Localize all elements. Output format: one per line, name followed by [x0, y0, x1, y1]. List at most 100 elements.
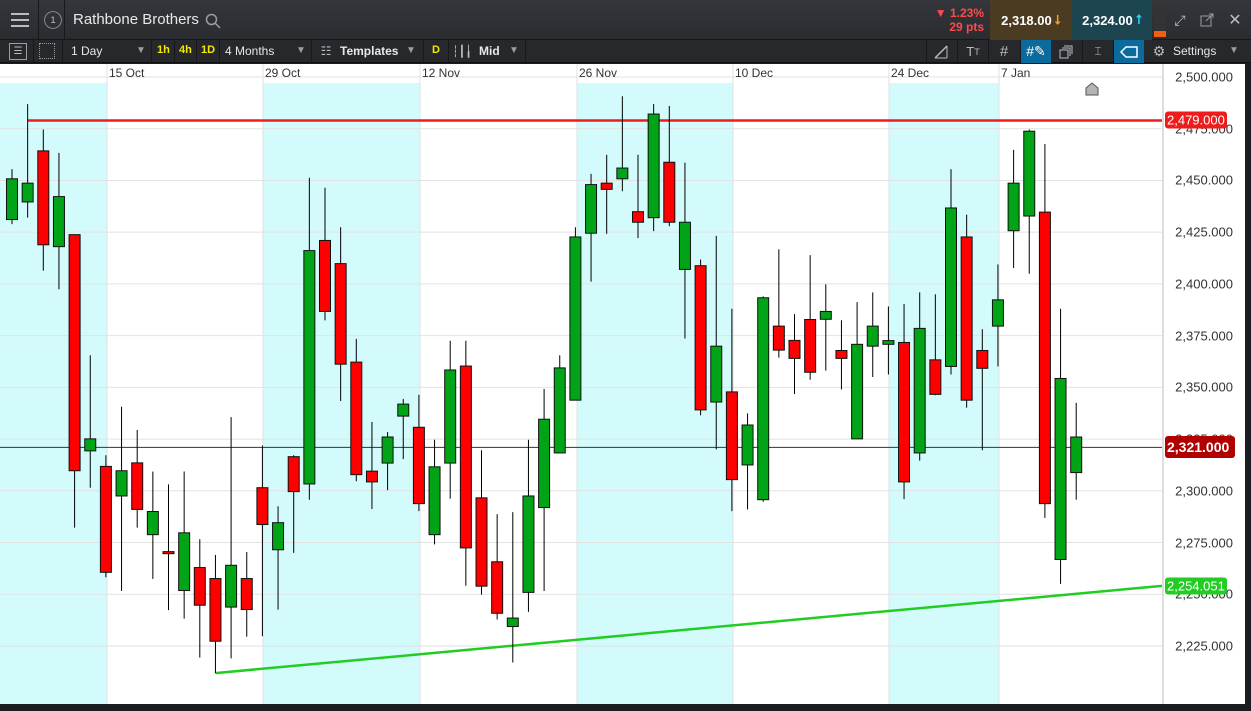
chart-toolbar: ☰ 1 Day ▼ 1h 4h 1D 4 Months ▼ ☷ Template…: [0, 40, 1251, 63]
candle-down: [663, 161, 676, 223]
down-triangle-icon: ▼: [934, 6, 950, 20]
period-band: [263, 83, 420, 704]
current-price-label: 2,321.000: [1165, 436, 1236, 459]
candle-up: [1054, 377, 1067, 560]
sell-price: 2,318.00: [1001, 12, 1052, 28]
d-button[interactable]: D: [432, 44, 440, 56]
up-arrow-icon: ⭡: [1135, 12, 1142, 27]
candle-down: [287, 456, 300, 493]
price-tick-label: 2,450.000: [1175, 172, 1233, 188]
candle-up: [522, 495, 535, 593]
down-arrow-icon: ⭣: [1054, 12, 1061, 27]
price-tick-label: 2,275.000: [1175, 535, 1233, 551]
candle-up: [553, 367, 566, 454]
draw-line-icon[interactable]: [930, 42, 952, 61]
crosshair-icon[interactable]: ⌶: [1087, 42, 1109, 61]
candle-up: [678, 221, 691, 270]
candle-down: [162, 551, 175, 555]
candle-down: [475, 497, 488, 587]
layout-grid-icon[interactable]: [39, 43, 55, 59]
price-tick-label: 2,300.000: [1175, 483, 1233, 499]
candle-up: [991, 299, 1004, 327]
support-price-label: 2,254.051: [1165, 577, 1227, 595]
candle-up: [1023, 130, 1036, 217]
text-tool-icon[interactable]: TT: [962, 42, 984, 61]
menu-icon[interactable]: [8, 8, 32, 32]
candle-up: [647, 113, 660, 219]
candle-up: [84, 438, 97, 452]
grid-edit-icon[interactable]: #✎: [1021, 40, 1051, 63]
candle-down: [459, 365, 472, 549]
candle-down: [600, 182, 613, 190]
price-tag-icon[interactable]: [1114, 40, 1144, 63]
layers-icon[interactable]: [1055, 42, 1077, 61]
instrument-title[interactable]: Rathbone Brothers: [73, 11, 199, 28]
candles-icon: ┆┃╽: [452, 45, 472, 58]
chart-area[interactable]: 15 Oct 29 Oct 12 Nov 26 Nov 10 Dec 24 Dec 7 Ja…: [0, 64, 1162, 704]
sliders-icon: ☷: [320, 44, 332, 58]
candle-down: [835, 350, 848, 359]
templates-label: Templates: [340, 44, 399, 58]
candle-up: [6, 178, 18, 221]
buy-price: 2,324.00: [1082, 12, 1133, 28]
quick-4h-button[interactable]: 4h: [179, 44, 192, 56]
volume-bars-icon: [1154, 4, 1166, 37]
chevron-down-icon: ▼: [1229, 45, 1239, 56]
home-icon[interactable]: [1085, 82, 1099, 101]
candle-up: [1007, 182, 1020, 232]
price-axis[interactable]: 2,500.0002,475.0002,450.0002,425.0002,40…: [1162, 64, 1251, 704]
candle-up: [21, 182, 34, 203]
candle-up: [303, 250, 316, 485]
candle-down: [256, 487, 269, 526]
candle-up: [913, 327, 926, 454]
candle-down: [1038, 211, 1051, 505]
search-icon[interactable]: [204, 12, 222, 30]
candle-up: [146, 510, 159, 536]
candle-up: [52, 196, 65, 248]
candle-down: [491, 561, 504, 614]
range-value: 4 Months: [225, 44, 275, 58]
candle-up: [866, 325, 879, 347]
candle-up: [506, 617, 519, 628]
candle-down: [976, 350, 989, 369]
price-tick-label: 2,225.000: [1175, 638, 1233, 654]
candle-down: [68, 234, 81, 472]
quick-1d-button[interactable]: 1D: [201, 44, 215, 56]
quick-1h-button[interactable]: 1h: [157, 44, 170, 56]
candle-up: [585, 184, 598, 234]
date-label: 24 Dec: [891, 66, 930, 80]
candle-up: [569, 236, 582, 401]
candle-down: [365, 470, 378, 483]
candle-down: [960, 236, 973, 401]
buy-button[interactable]: 2,324.00 ⭡: [1072, 0, 1152, 40]
bottom-border: [0, 704, 1251, 711]
candle-up: [851, 343, 864, 440]
price-tick-label: 2,375.000: [1175, 328, 1233, 344]
candle-down: [334, 263, 347, 365]
date-label: 12 Nov: [422, 66, 461, 80]
candle-down: [209, 578, 222, 642]
interval-value: 1 Day: [71, 44, 103, 58]
candlestick-chart[interactable]: [0, 64, 1162, 704]
candle-up: [741, 424, 754, 466]
expand-icon[interactable]: ⤢: [1170, 10, 1190, 30]
candle-down: [319, 239, 331, 312]
resistance-price-label: 2,479.000: [1165, 111, 1227, 129]
grid-icon[interactable]: #: [993, 42, 1015, 61]
popout-icon[interactable]: [1197, 10, 1217, 30]
gear-icon: ⚙: [1152, 43, 1166, 59]
candle-up: [1070, 436, 1083, 474]
period-band: [0, 83, 107, 704]
date-label: 26 Nov: [579, 66, 618, 80]
sell-button[interactable]: 2,318.00 ⭣: [990, 0, 1072, 40]
candle-up: [444, 369, 457, 464]
candle-down: [898, 341, 911, 483]
chevron-down-icon: ▼: [296, 45, 306, 56]
price-change: ▼ 1.23% 29 pts: [928, 0, 990, 40]
settings-label: Settings: [1173, 44, 1217, 58]
close-icon[interactable]: ✕: [1225, 10, 1245, 30]
candle-up: [616, 167, 629, 180]
window-number-badge[interactable]: 1: [44, 11, 62, 29]
list-icon[interactable]: ☰: [9, 43, 27, 60]
candle-up: [381, 436, 394, 464]
